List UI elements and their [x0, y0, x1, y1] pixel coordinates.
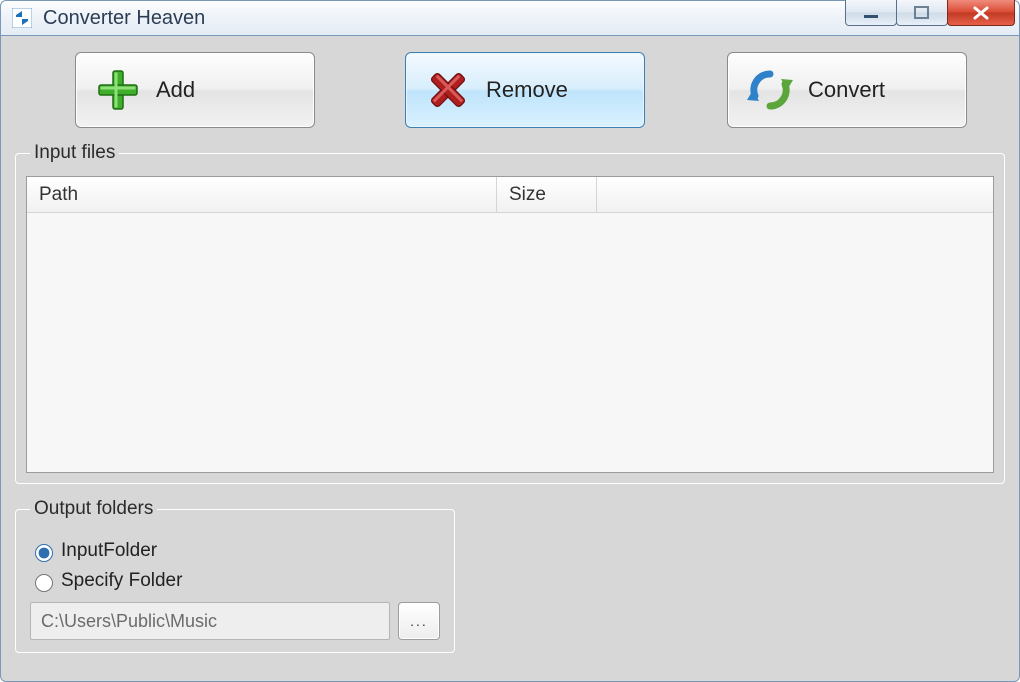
toolbar: Add Remove [75, 52, 967, 128]
radio-row-input-folder[interactable]: InputFolder [30, 540, 440, 562]
refresh-icon [742, 66, 798, 114]
remove-button[interactable]: Remove [405, 52, 645, 128]
close-button[interactable] [947, 0, 1015, 26]
titlebar: Converter Heaven [0, 0, 1020, 36]
radio-input-folder[interactable] [35, 544, 53, 562]
window-controls [846, 0, 1015, 26]
remove-button-label: Remove [486, 77, 568, 103]
add-button[interactable]: Add [75, 52, 315, 128]
minimize-button[interactable] [845, 0, 897, 26]
app-icon [11, 7, 33, 29]
radio-row-specify-folder[interactable]: Specify Folder [30, 570, 440, 592]
column-header-spacer [597, 177, 993, 213]
column-header-size[interactable]: Size [497, 177, 597, 213]
output-folders-group: Output folders InputFolder Specify Folde… [15, 498, 455, 653]
output-folders-legend: Output folders [30, 498, 157, 520]
input-files-legend: Input files [30, 142, 119, 164]
add-button-label: Add [156, 77, 195, 103]
convert-button[interactable]: Convert [727, 52, 967, 128]
output-path-row: ... [30, 602, 440, 640]
column-header-path[interactable]: Path [27, 177, 497, 213]
client-area: Add Remove [0, 36, 1020, 682]
output-path-field[interactable] [30, 602, 390, 640]
maximize-button[interactable] [896, 0, 948, 26]
file-list-body[interactable] [27, 213, 993, 472]
browse-button[interactable]: ... [398, 602, 440, 640]
x-icon [420, 67, 476, 113]
file-list[interactable]: Path Size [26, 176, 994, 473]
window-title: Converter Heaven [43, 7, 205, 30]
radio-input-folder-label: InputFolder [61, 540, 157, 562]
radio-specify-folder-label: Specify Folder [61, 570, 182, 592]
radio-specify-folder[interactable] [35, 574, 53, 592]
input-files-group: Input files Path Size [15, 142, 1005, 484]
convert-button-label: Convert [808, 77, 885, 103]
plus-icon [90, 67, 146, 113]
file-list-header: Path Size [27, 177, 993, 213]
